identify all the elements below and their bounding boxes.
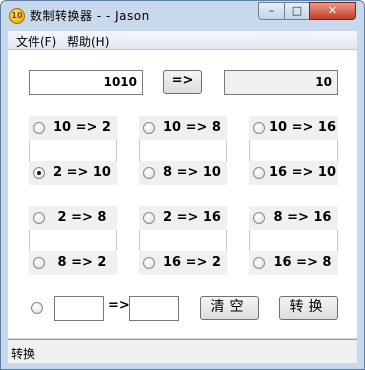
radio-circle[interactable]: [253, 212, 265, 224]
radio-label: 8 => 2: [57, 255, 107, 270]
menu-help[interactable]: 帮助(H): [67, 33, 109, 50]
group-divider: [139, 230, 227, 252]
radio-8-to-10[interactable]: 8 => 10: [139, 161, 227, 185]
from-base-field[interactable]: [54, 296, 104, 321]
radio-16-to-2[interactable]: 16 => 2: [139, 251, 227, 275]
clear-button[interactable]: 清空: [200, 296, 259, 320]
radio-8-to-16[interactable]: 8 => 16: [249, 206, 338, 230]
title-bar[interactable]: 10 数制转换器 - - Jason – □ ✕: [1, 1, 364, 30]
menu-bar: 文件(F) 帮助(H): [8, 31, 357, 50]
menu-file[interactable]: 文件(F): [16, 33, 56, 50]
group-divider: [249, 230, 338, 252]
radio-circle[interactable]: [143, 122, 155, 134]
custom-arrow-label: =>: [108, 298, 130, 313]
radio-circle[interactable]: [143, 167, 155, 179]
status-bar: 转换: [8, 339, 357, 363]
radio-16-to-8[interactable]: 16 => 8: [249, 251, 338, 275]
app-logo-icon: 10: [9, 8, 25, 24]
radio-10-to-16[interactable]: 10 => 16: [249, 116, 338, 140]
radio-label: 10 => 8: [163, 120, 221, 135]
radio-circle[interactable]: [253, 122, 265, 134]
close-button[interactable]: ✕: [309, 2, 356, 20]
radio-2-to-16[interactable]: 2 => 16: [139, 206, 227, 230]
radio-circle[interactable]: [143, 212, 155, 224]
radio-label: 8 => 10: [163, 165, 221, 180]
window-title: 数制转换器 - - Jason: [30, 9, 150, 23]
radio-circle[interactable]: [143, 257, 155, 269]
group-divider: [139, 140, 227, 162]
radio-circle[interactable]: [33, 212, 45, 224]
minimize-button[interactable]: –: [258, 2, 285, 20]
radio-circle-checked[interactable]: [33, 167, 45, 179]
radio-label: 10 => 16: [269, 120, 337, 135]
radio-16-to-10[interactable]: 16 => 10: [249, 161, 338, 185]
radio-label: 16 => 8: [273, 255, 332, 270]
radio-circle[interactable]: [253, 167, 265, 179]
custom-base-radio[interactable]: [31, 302, 43, 314]
main-panel: 1010 => 10 10 => 2 10 => 8 10 => 16 2 =>…: [8, 50, 357, 338]
to-base-field[interactable]: [129, 296, 179, 321]
app-window: 10 数制转换器 - - Jason – □ ✕ 文件(F) 帮助(H) 101…: [0, 0, 365, 370]
radio-10-to-2[interactable]: 10 => 2: [29, 116, 117, 140]
radio-label: 2 => 16: [163, 210, 221, 225]
convert-arrow-button[interactable]: =>: [163, 70, 202, 94]
radio-label: 16 => 10: [269, 165, 337, 180]
radio-circle[interactable]: [33, 257, 45, 269]
radio-circle[interactable]: [253, 257, 265, 269]
radio-10-to-8[interactable]: 10 => 8: [139, 116, 227, 140]
radio-2-to-8[interactable]: 2 => 8: [29, 206, 117, 230]
radio-label: 2 => 8: [57, 210, 107, 225]
radio-label: 8 => 16: [273, 210, 332, 225]
radio-circle[interactable]: [33, 122, 45, 134]
group-divider: [249, 140, 338, 162]
group-divider: [29, 140, 117, 162]
radio-2-to-10[interactable]: 2 => 10: [29, 161, 117, 185]
convert-button[interactable]: 转换: [279, 296, 338, 320]
group-divider: [29, 230, 117, 252]
maximize-button[interactable]: □: [284, 2, 310, 20]
input-number-field[interactable]: 1010: [29, 70, 143, 95]
radio-label: 2 => 10: [53, 165, 111, 180]
output-number-field: 10: [224, 70, 338, 95]
radio-label: 16 => 2: [163, 255, 221, 270]
radio-label: 10 => 2: [53, 120, 111, 135]
radio-8-to-2[interactable]: 8 => 2: [29, 251, 117, 275]
